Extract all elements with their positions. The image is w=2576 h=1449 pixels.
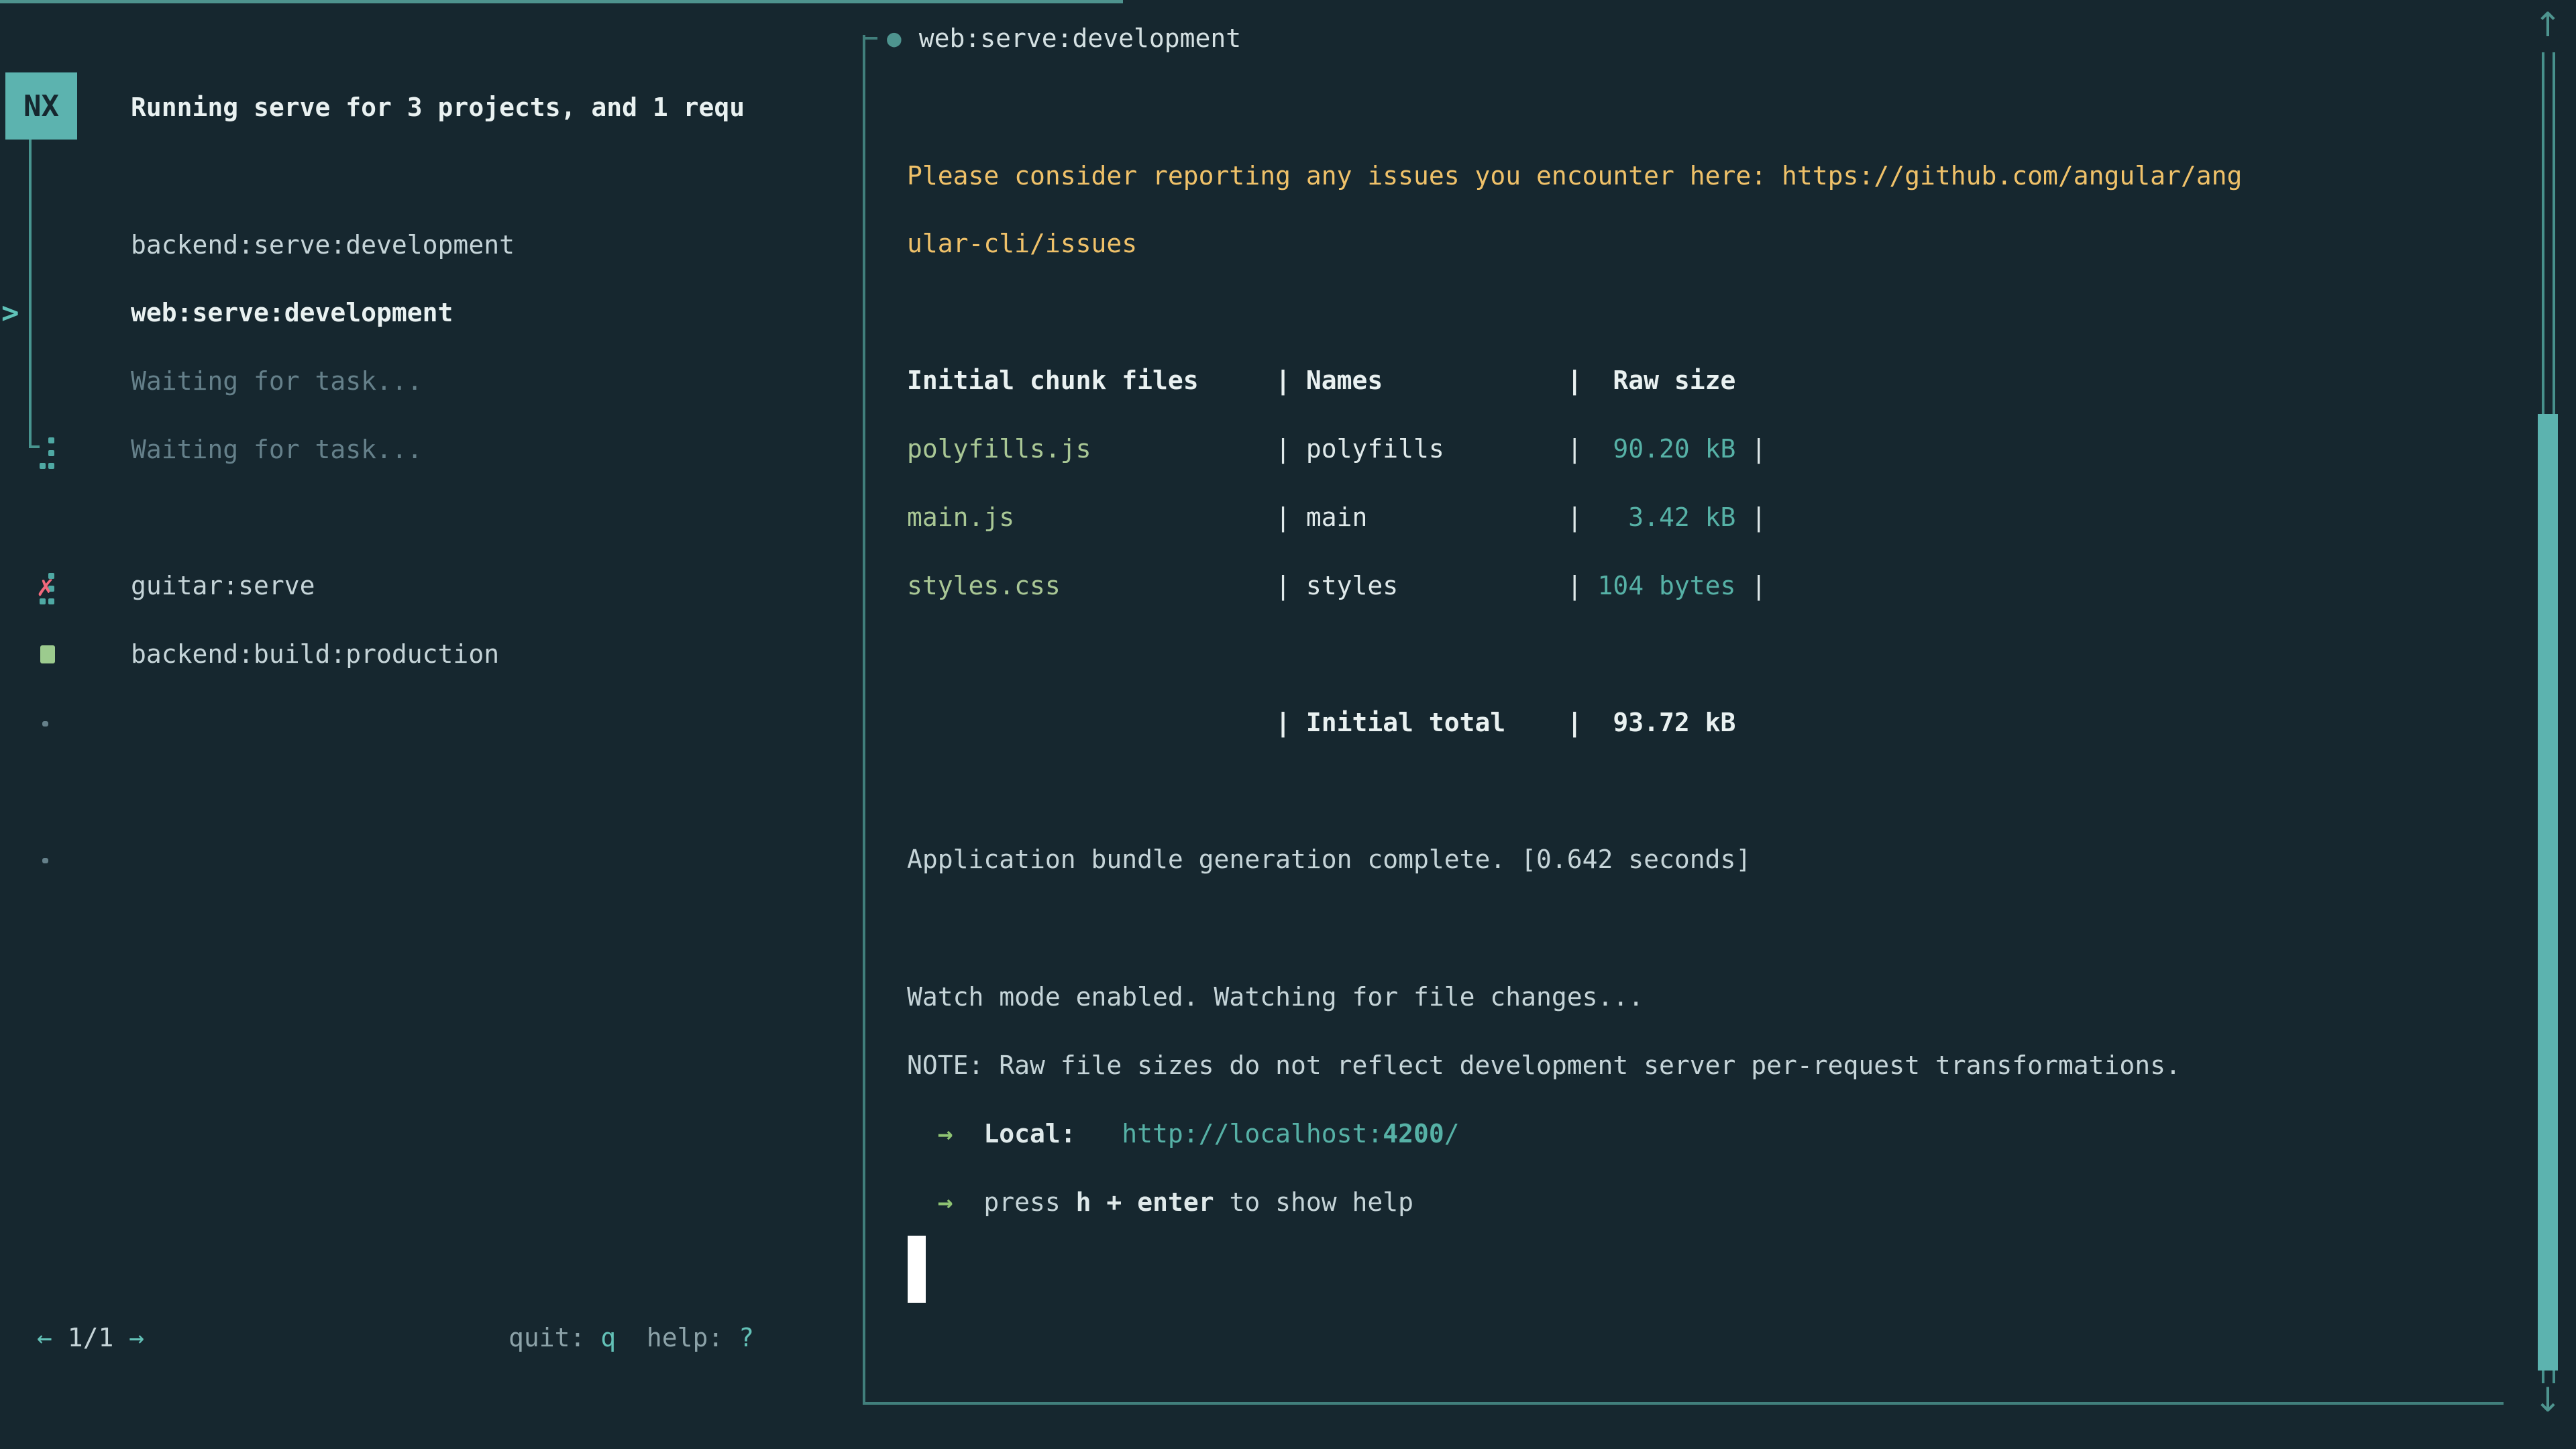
local-url[interactable]: http://localhost:4200/ (1122, 1119, 1459, 1148)
pipe: | (1275, 571, 1306, 600)
col-names: Names (1306, 366, 1567, 395)
total-label: Initial total (1306, 708, 1567, 737)
quit-key: q (600, 1323, 616, 1352)
panel-title-line (0, 0, 1123, 3)
local-label: Local: (983, 1119, 1075, 1148)
chunk-table-header: Initial chunk files | Names | Raw size (907, 346, 1766, 415)
arrow-right-icon: → (938, 1119, 953, 1148)
panel-title: web:serve:development (919, 23, 1241, 53)
chunk-file: styles.css (907, 571, 1275, 600)
table-row: polyfills.js | polyfills | 90.20 kB | (907, 415, 1766, 483)
col-initial-chunk-files: Initial chunk files (907, 366, 1275, 395)
scroll-down-arrow-icon[interactable]: ↓ (2529, 1381, 2567, 1419)
bundle-complete-line: Application bundle generation complete. … (907, 825, 1751, 894)
issue-report-line-2[interactable]: ular-cli/issues (907, 209, 1137, 278)
nx-tui-screen: NX Running serve for 3 projects, and 1 r… (0, 0, 2576, 1449)
sidebar-title: Running serve for 3 projects, and 1 requ (131, 73, 859, 142)
pipe: | (1567, 571, 1582, 600)
total-size: 93.72 kB (1582, 708, 1736, 737)
pagination: ← 1/1 → (37, 1303, 144, 1372)
task-label: web:serve:development (131, 298, 453, 327)
pipe: | (1735, 571, 1766, 600)
issue-report-line-1[interactable]: Please consider reporting any issues you… (907, 142, 2242, 210)
scrollbar-thumb[interactable] (2538, 414, 2558, 1371)
panel-header: ● web:serve:development (887, 4, 1241, 72)
help-bar: quit: q help: ? (508, 1303, 754, 1372)
task-label: Waiting for task... (131, 366, 423, 396)
pipe: | (1275, 708, 1306, 737)
task-label: backend:serve:development (131, 230, 515, 260)
quit-label: quit: (508, 1323, 585, 1352)
col-raw-size: Raw size (1582, 366, 1736, 395)
pending-dot-icon (42, 858, 48, 863)
help-hint-post: to show help (1229, 1187, 1413, 1217)
chunk-file: main.js (907, 502, 1275, 532)
panel-left-border (863, 35, 865, 1405)
nx-logo-badge: NX (5, 72, 77, 140)
chunk-name: polyfills (1306, 434, 1567, 464)
key-enter: enter (1137, 1187, 1214, 1217)
chunk-size: 104 bytes (1582, 571, 1736, 600)
page-prev-arrow[interactable]: ← (37, 1323, 52, 1352)
selected-chevron-icon: > (1, 296, 19, 330)
task-row-web-serve[interactable]: > web:serve:development (0, 278, 859, 347)
help-hint-line: → press h + enter to show help (907, 1168, 1413, 1236)
plus-sign: + (1106, 1187, 1122, 1217)
watch-mode-line: Watch mode enabled. Watching for file ch… (907, 963, 1644, 1031)
pipe: | (1567, 502, 1582, 532)
task-row-backend-build[interactable]: backend:build:production (0, 620, 859, 688)
help-label: help: (647, 1323, 723, 1352)
running-bullet-icon: ● (887, 25, 902, 52)
page-indicator: 1/1 (68, 1323, 114, 1352)
pipe: | (1275, 434, 1306, 464)
task-row-backend-serve[interactable]: backend:serve:development (0, 211, 859, 279)
panel-top-border-stub (865, 37, 877, 40)
chunk-file: polyfills.js (907, 434, 1275, 464)
note-line: NOTE: Raw file sizes do not reflect deve… (907, 1031, 2181, 1099)
scroll-up-arrow-icon[interactable]: ↑ (2529, 5, 2567, 44)
pipe: | (1567, 708, 1582, 737)
panel-bottom-border (863, 1402, 2504, 1405)
pipe: | (1567, 434, 1582, 464)
pipe: | (1275, 502, 1306, 532)
key-h: h (1076, 1187, 1091, 1217)
task-row-waiting-2[interactable]: Waiting for task... (0, 415, 859, 484)
pipe: | (1735, 502, 1766, 532)
chunk-size: 90.20 kB (1582, 434, 1736, 464)
task-row-guitar-serve[interactable]: ✗ guitar:serve (0, 551, 859, 620)
table-total-row: | Initial total | 93.72 kB (907, 688, 1766, 757)
pipe: | (1735, 434, 1766, 464)
task-label: Waiting for task... (131, 435, 423, 464)
chunk-size: 3.42 kB (1582, 502, 1736, 532)
task-label: backend:build:production (131, 639, 499, 669)
chunk-name: main (1306, 502, 1567, 532)
terminal-cursor (908, 1236, 926, 1303)
table-row: styles.css | styles | 104 bytes | (907, 551, 1766, 620)
local-url-line: → Local: http://localhost:4200/ (907, 1099, 1460, 1168)
task-label: guitar:serve (131, 571, 315, 600)
failed-cross-icon: ✗ (37, 570, 54, 602)
arrow-right-icon: → (938, 1187, 953, 1217)
success-square-icon (40, 645, 55, 663)
table-row: main.js | main | 3.42 kB | (907, 483, 1766, 551)
pipe: | (1567, 366, 1582, 395)
pending-dot-icon (42, 721, 48, 727)
chunk-name: styles (1306, 571, 1567, 600)
task-row-waiting-1[interactable]: Waiting for task... (0, 347, 859, 415)
help-hint-pre: press (983, 1187, 1060, 1217)
pipe: | (1275, 366, 1306, 395)
page-next-arrow[interactable]: → (129, 1323, 144, 1352)
help-key: ? (739, 1323, 754, 1352)
